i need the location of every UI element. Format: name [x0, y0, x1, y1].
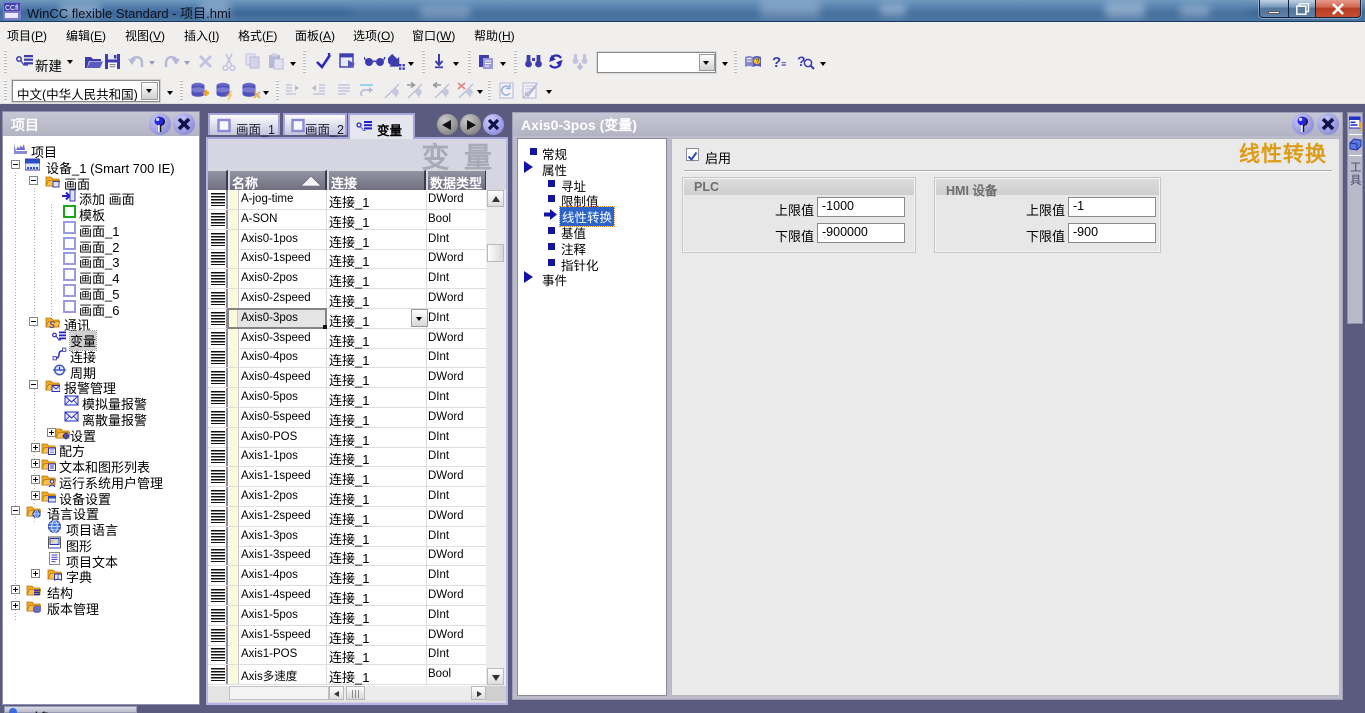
svg-text:?: ? — [756, 59, 760, 66]
svg-text:CCfl: CCfl — [5, 5, 19, 12]
svg-text:S: S — [49, 320, 55, 329]
